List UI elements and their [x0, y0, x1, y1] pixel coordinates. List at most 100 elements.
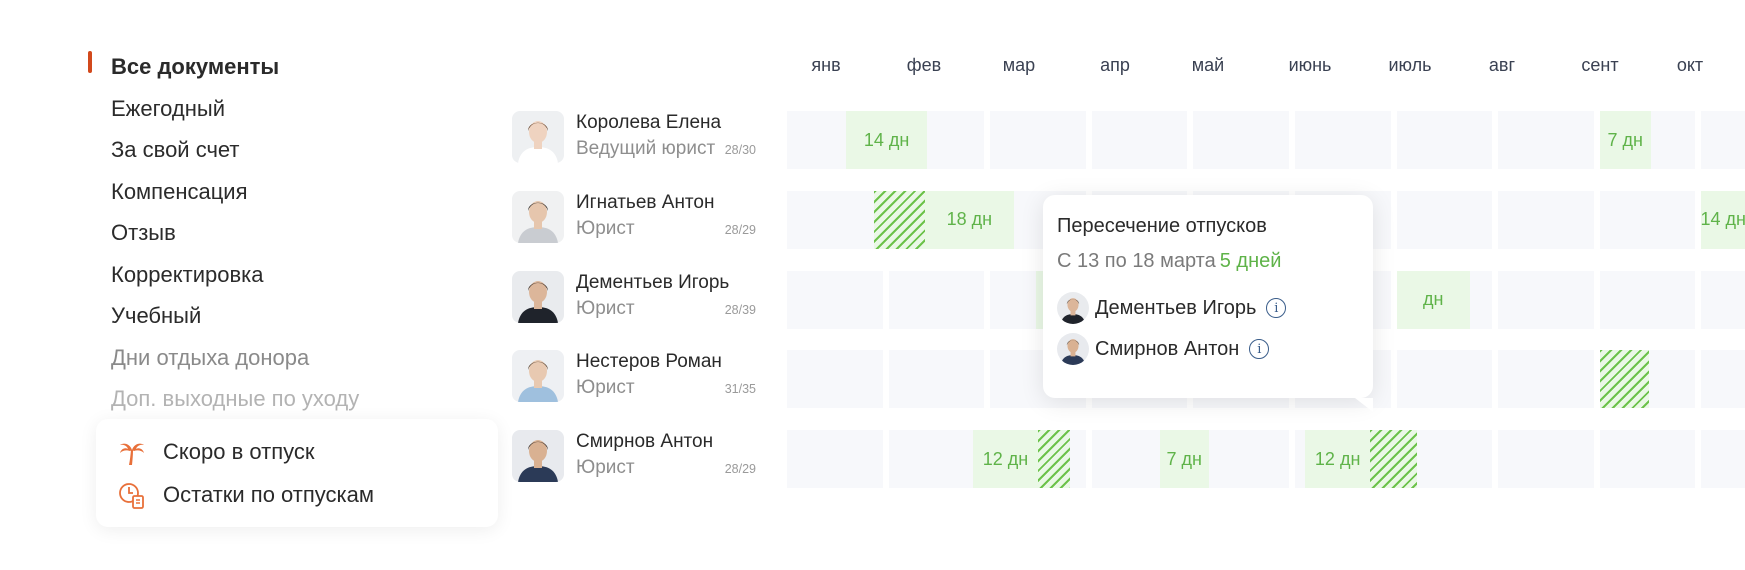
calendar-cell[interactable]: [888, 270, 985, 329]
vacation-block[interactable]: 7 дн: [1159, 430, 1209, 488]
calendar-cell[interactable]: [787, 350, 883, 409]
vacation-block[interactable]: 14 дн: [845, 111, 928, 169]
employee-name: Королева Елена: [576, 112, 722, 133]
filter-item[interactable]: Учебный: [88, 295, 508, 337]
vacation-overlap-tooltip: Пересечение отпусков С 13 по 18 марта 5 д…: [1043, 195, 1373, 412]
calendar-cell[interactable]: [888, 430, 985, 488]
employee-role: Юрист: [576, 377, 635, 399]
calendar-cell[interactable]: [787, 430, 883, 488]
filter-item[interactable]: Доп. выходные по уходу: [88, 378, 508, 420]
vacation-block[interactable]: 18 дн: [925, 190, 1014, 249]
calendar-cell[interactable]: [1498, 270, 1594, 329]
month-label: фев: [906, 55, 942, 75]
vacation-day-count: 28/29: [724, 462, 756, 476]
calendar-cell[interactable]: [1701, 430, 1745, 488]
info-icon[interactable]: i: [1266, 298, 1287, 318]
tooltip-person-name: Смирнов Антон: [1095, 337, 1240, 360]
employee-row[interactable]: Игнатьев Антон Юрист 28/29: [512, 189, 762, 245]
calendar-cell[interactable]: [1396, 190, 1493, 249]
employee-name: Нестеров Роман: [576, 351, 722, 373]
month-label: май: [1191, 55, 1225, 75]
quick-links-card: Скоро в отпуск Остатки по отпускам: [96, 419, 498, 527]
clock-document-icon: [119, 482, 144, 509]
tooltip-title: Пересечение отпусков: [1057, 215, 1267, 237]
avatar: [512, 430, 564, 482]
palm-tree-icon: [120, 443, 144, 465]
calendar-cell[interactable]: [1599, 430, 1696, 488]
quick-link-vacation-balance[interactable]: Остатки по отпускам: [118, 473, 476, 516]
filter-item[interactable]: Ежегодный: [88, 88, 508, 130]
calendar-cell[interactable]: [787, 270, 883, 329]
employee-role: Юрист: [576, 217, 635, 239]
quick-link-label: Скоро в отпуск: [163, 438, 315, 464]
employee-role: Юрист: [576, 297, 635, 319]
employee-row[interactable]: Дементьев Игорь Юрист 28/39: [512, 269, 762, 325]
tooltip-person: Смирнов Антон i: [1057, 333, 1270, 365]
vacation-overlap-block[interactable]: [1370, 430, 1417, 488]
quick-link-label: Остатки по отпускам: [163, 481, 375, 507]
filter-item[interactable]: Дни отдыха донора: [88, 337, 508, 379]
calendar-cell[interactable]: [1498, 430, 1594, 488]
employee-name: Дементьев Игорь: [576, 271, 730, 293]
calendar-cell[interactable]: [1091, 111, 1188, 169]
month-label: янв: [811, 55, 841, 75]
tooltip-range-text: С 13 по 18 марта: [1057, 250, 1216, 272]
month-label: июнь: [1288, 55, 1332, 75]
employee-role: Юрист: [576, 457, 635, 478]
calendar-cell[interactable]: [1396, 350, 1493, 409]
vacation-day-count: 31/35: [724, 382, 756, 397]
month-label: окт: [1676, 55, 1704, 75]
calendar-cell[interactable]: [787, 190, 883, 249]
avatar: [512, 270, 564, 323]
calendar-cell[interactable]: [1701, 350, 1745, 409]
calendar-cell[interactable]: [888, 350, 985, 409]
vacation-day-count: 28/39: [724, 302, 756, 317]
vacation-block[interactable]: 7 дн: [1599, 111, 1651, 169]
tooltip-person-name: Дементьев Игорь: [1095, 296, 1257, 319]
employee-row[interactable]: Смирнов Антон Юрист 28/29: [512, 428, 762, 484]
month-label: апр: [1100, 55, 1130, 75]
vacation-block[interactable]: 14 дн: [1700, 190, 1745, 249]
calendar-cell[interactable]: [1498, 111, 1594, 169]
month-label: авг: [1488, 55, 1516, 75]
calendar-cell[interactable]: [1599, 190, 1696, 249]
employee-name: Смирнов Антон: [576, 431, 714, 452]
vacation-day-count: 28/30: [724, 143, 756, 157]
calendar-cell[interactable]: [1498, 350, 1594, 409]
avatar: [512, 190, 564, 243]
filter-item[interactable]: За свой счет: [88, 129, 508, 171]
avatar: [512, 111, 564, 163]
month-label: июль: [1388, 55, 1432, 75]
vacation-day-count: 28/29: [724, 222, 756, 237]
calendar-cell[interactable]: [1701, 111, 1745, 169]
vacation-overlap-block[interactable]: [874, 190, 926, 249]
vacation-block[interactable]: 12 дн: [972, 430, 1038, 488]
calendar-cell[interactable]: [1498, 190, 1594, 249]
calendar-cell[interactable]: [1701, 270, 1745, 329]
filter-item[interactable]: Компенсация: [88, 171, 508, 213]
vacation-overlap-block[interactable]: [1599, 350, 1649, 409]
calendar-cell[interactable]: [1295, 111, 1391, 169]
calendar-cell[interactable]: [990, 111, 1086, 169]
employee-row[interactable]: Королева Елена Ведущий юрист 28/30: [512, 109, 762, 165]
tooltip-range: С 13 по 18 марта 5 дней: [1057, 250, 1281, 273]
avatar: [1057, 333, 1089, 365]
employee-role: Ведущий юрист: [576, 138, 716, 159]
vacation-block[interactable]: дн: [1396, 270, 1470, 329]
calendar-cell[interactable]: [1599, 270, 1696, 329]
avatar: [512, 350, 564, 403]
vacation-block[interactable]: 12 дн: [1305, 430, 1371, 488]
vacation-overlap-block[interactable]: [1037, 430, 1071, 488]
tooltip-person: Дементьев Игорь i: [1057, 292, 1287, 324]
filter-item[interactable]: Отзыв: [88, 212, 508, 254]
filter-item[interactable]: Все документы: [88, 46, 508, 88]
info-icon[interactable]: i: [1249, 339, 1270, 359]
document-filter-list: Все документы Ежегодный За свой счет Компен…: [88, 46, 508, 420]
calendar-cell[interactable]: [1193, 111, 1289, 169]
employee-row[interactable]: Нестеров Роман Юрист 31/35: [512, 348, 762, 404]
calendar-cell[interactable]: [1396, 111, 1493, 169]
quick-link-soon-vacation[interactable]: Скоро в отпуск: [118, 430, 476, 473]
month-label: сент: [1581, 55, 1619, 75]
filter-item[interactable]: Корректировка: [88, 254, 508, 296]
month-label: мар: [1002, 55, 1036, 75]
